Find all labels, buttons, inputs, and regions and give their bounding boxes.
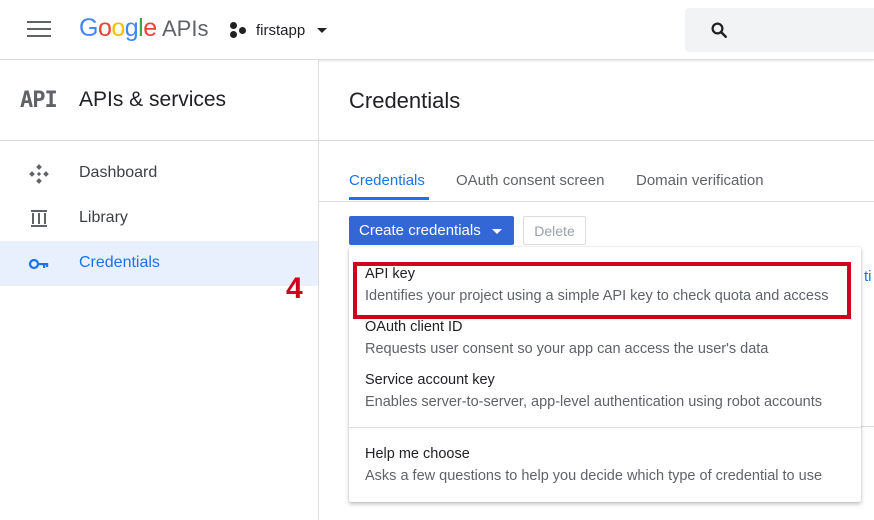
create-credentials-label: Create credentials <box>359 222 481 239</box>
chevron-down-icon <box>492 229 502 234</box>
sidebar-item-label: Credentials <box>79 254 160 271</box>
library-icon <box>31 210 47 227</box>
menu-item-title: Help me choose <box>365 446 470 462</box>
sidebar-item-label: Library <box>79 209 128 226</box>
delete-button[interactable]: Delete <box>523 216 586 245</box>
menu-item-description: Requests user consent so your app can ac… <box>365 341 769 357</box>
top-app-bar: Google APIs firstapp <box>0 0 874 60</box>
menu-item-help-me-choose[interactable]: Help me choose Asks a few questions to h… <box>349 441 861 493</box>
project-icon <box>228 20 248 40</box>
clipped-link-text[interactable]: ti <box>864 268 872 285</box>
tab-credentials[interactable]: Credentials <box>349 172 425 189</box>
active-tab-indicator <box>349 197 429 200</box>
sidebar: API APIs & services Dashboard Library Cr… <box>0 60 319 520</box>
step-annotation: 4 <box>286 272 303 305</box>
project-name: firstapp <box>256 21 306 39</box>
menu-divider <box>349 427 861 428</box>
sidebar-item-library[interactable]: Library <box>0 196 318 241</box>
create-credentials-button[interactable]: Create credentials <box>349 216 514 245</box>
menu-item-service-account-key[interactable]: Service account key Enables server-to-se… <box>349 367 861 419</box>
api-logo-icon: API <box>20 88 58 113</box>
search-input[interactable] <box>685 8 874 52</box>
tabs-divider <box>319 201 874 202</box>
logo-apis-text[interactable]: APIs <box>162 16 208 42</box>
tab-oauth-consent-screen[interactable]: OAuth consent screen <box>456 172 604 189</box>
title-divider <box>319 140 874 141</box>
search-icon <box>711 22 727 38</box>
dashboard-icon <box>29 164 49 184</box>
key-icon <box>28 258 49 270</box>
menu-item-description: Enables server-to-server, app-level auth… <box>365 394 823 410</box>
annotation-highlight-box <box>353 262 851 319</box>
content-divider <box>861 426 874 427</box>
page-title: Credentials <box>349 88 461 113</box>
google-logo[interactable]: Google <box>79 14 157 43</box>
chevron-down-icon <box>317 27 328 33</box>
sidebar-item-credentials[interactable]: Credentials <box>0 241 318 286</box>
tab-domain-verification[interactable]: Domain verification <box>636 172 764 189</box>
sidebar-title[interactable]: APIs & services <box>79 88 226 112</box>
main-menu-icon[interactable] <box>27 21 51 39</box>
sidebar-item-label: Dashboard <box>79 164 158 181</box>
project-selector[interactable]: firstapp <box>228 18 328 42</box>
menu-item-title: OAuth client ID <box>365 319 463 335</box>
menu-item-description: Asks a few questions to help you decide … <box>365 468 823 484</box>
menu-item-oauth-client-id[interactable]: OAuth client ID Requests user consent so… <box>349 314 861 366</box>
menu-item-title: Service account key <box>365 372 495 388</box>
sidebar-item-dashboard[interactable]: Dashboard <box>0 151 318 196</box>
sidebar-header: API APIs & services <box>0 60 318 141</box>
